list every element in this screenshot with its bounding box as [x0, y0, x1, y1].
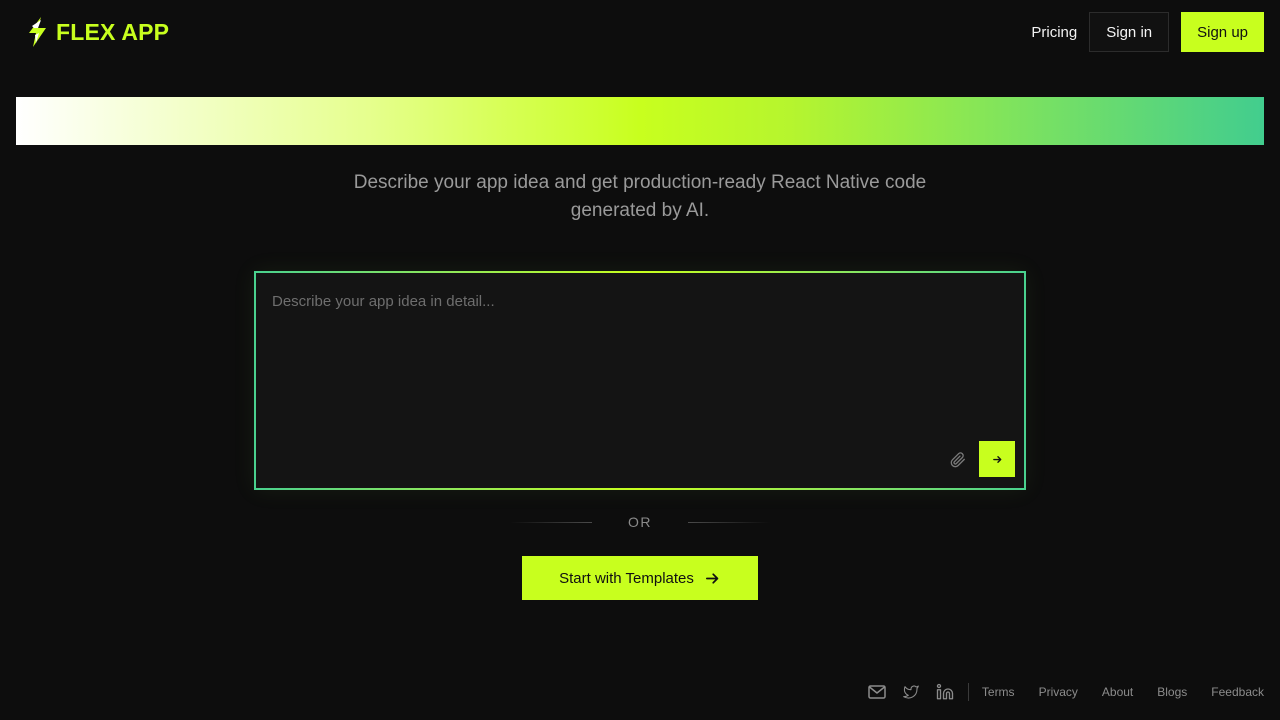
prompt-box-inner: [256, 273, 1024, 488]
or-label: OR: [628, 514, 652, 530]
arrow-right-icon: [705, 572, 719, 584]
submit-prompt-button[interactable]: [979, 441, 1015, 477]
or-divider: OR: [510, 512, 770, 532]
start-with-templates-button[interactable]: Start with Templates: [522, 556, 758, 600]
top-header: FLEX APP Pricing Sign in Sign up: [0, 0, 1280, 64]
paperclip-icon: [950, 452, 965, 468]
hero-tagline: Describe your app idea and get productio…: [353, 172, 927, 221]
linkedin-icon[interactable]: [936, 683, 954, 701]
brand-name: FLEX APP: [56, 18, 170, 45]
mail-icon[interactable]: [868, 683, 886, 701]
divider-line-left: [510, 521, 592, 523]
templates-button-label: Start with Templates: [559, 569, 694, 587]
lightning-bolt-icon: [29, 17, 46, 47]
hero-gradient-banner: [16, 97, 1264, 145]
top-nav: Pricing Sign in Sign up: [1031, 12, 1264, 52]
divider-line-right: [688, 521, 770, 523]
twitter-icon[interactable]: [902, 683, 920, 701]
brand-logo[interactable]: FLEX APP: [24, 16, 169, 48]
footer-link-privacy[interactable]: Privacy: [1039, 685, 1078, 699]
app-idea-input[interactable]: [256, 273, 1024, 488]
arrow-right-icon: [992, 455, 1001, 463]
attach-file-button[interactable]: [948, 449, 968, 471]
footer-link-terms[interactable]: Terms: [982, 685, 1015, 699]
sign-in-button[interactable]: Sign in: [1089, 12, 1170, 52]
prompt-box: [254, 271, 1026, 490]
footer: Terms Privacy About Blogs Feedback: [868, 680, 1264, 704]
footer-link-feedback[interactable]: Feedback: [1211, 685, 1264, 699]
nav-pricing-link[interactable]: Pricing: [1031, 24, 1077, 41]
sign-up-button[interactable]: Sign up: [1181, 12, 1264, 52]
footer-link-blogs[interactable]: Blogs: [1157, 685, 1187, 699]
footer-link-about[interactable]: About: [1102, 685, 1133, 699]
footer-divider: [967, 683, 969, 701]
